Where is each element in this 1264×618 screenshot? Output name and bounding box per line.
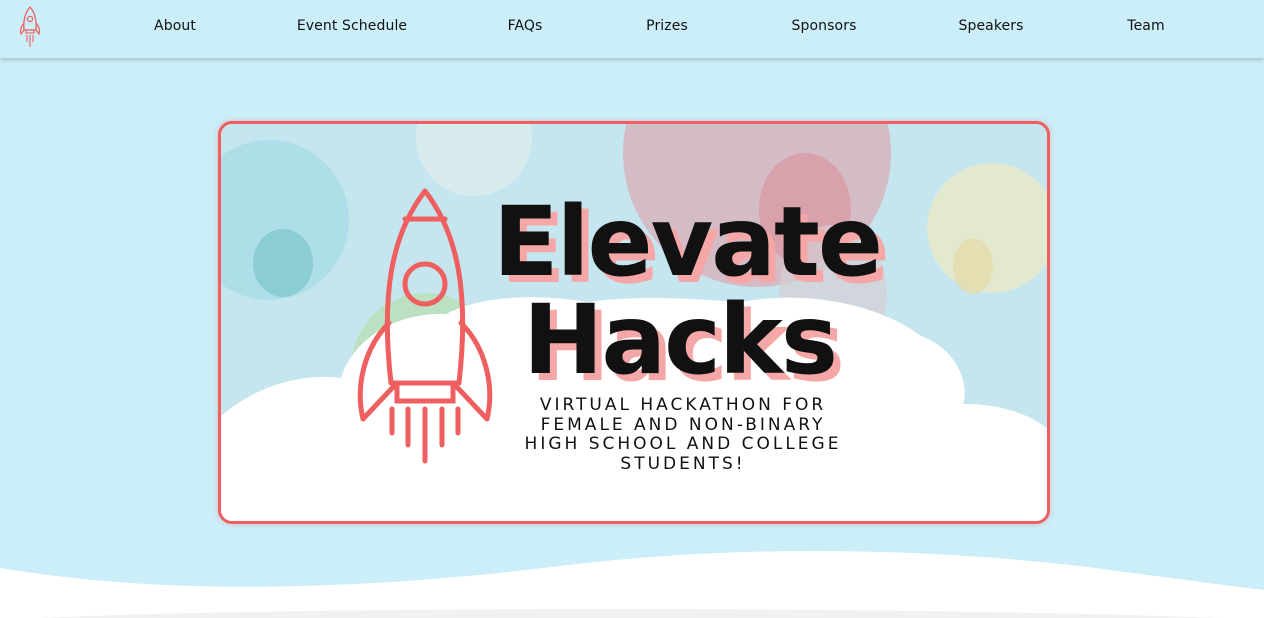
nav-link-speakers[interactable]: Speakers: [958, 18, 1023, 34]
bottom-wave: [0, 550, 1264, 618]
hero-section: Elevate Hacks VIRTUAL HACKATHON FOR FEMA…: [0, 58, 1264, 618]
navbar: About Event Schedule FAQs Prizes Sponsor…: [0, 0, 1264, 58]
hero-title-line-1: Elevate: [493, 186, 883, 298]
hero-banner: Elevate Hacks VIRTUAL HACKATHON FOR FEMA…: [218, 121, 1050, 524]
rocket-logo-icon[interactable]: [16, 5, 44, 51]
hero-subtitle-line: VIRTUAL HACKATHON FOR: [539, 395, 827, 415]
hero-title-line-2: Hacks: [523, 284, 838, 396]
nav-link-event-schedule[interactable]: Event Schedule: [297, 18, 407, 34]
nav-link-team[interactable]: Team: [1127, 18, 1164, 34]
hero-subtitle: VIRTUAL HACKATHON FOR FEMALE AND NON-BIN…: [503, 395, 863, 474]
nav-link-sponsors[interactable]: Sponsors: [792, 18, 857, 34]
nav-link-prizes[interactable]: Prizes: [646, 18, 688, 34]
hero-subtitle-line: FEMALE AND NON-BINARY: [540, 414, 826, 435]
nav-link-about[interactable]: About: [154, 18, 196, 34]
rocket-illustration-icon: [357, 188, 493, 464]
nav-link-faqs[interactable]: FAQs: [508, 18, 543, 34]
hero-subtitle-line: STUDENTS!: [620, 453, 746, 474]
hero-subtitle-line: HIGH SCHOOL AND COLLEGE: [524, 434, 842, 454]
